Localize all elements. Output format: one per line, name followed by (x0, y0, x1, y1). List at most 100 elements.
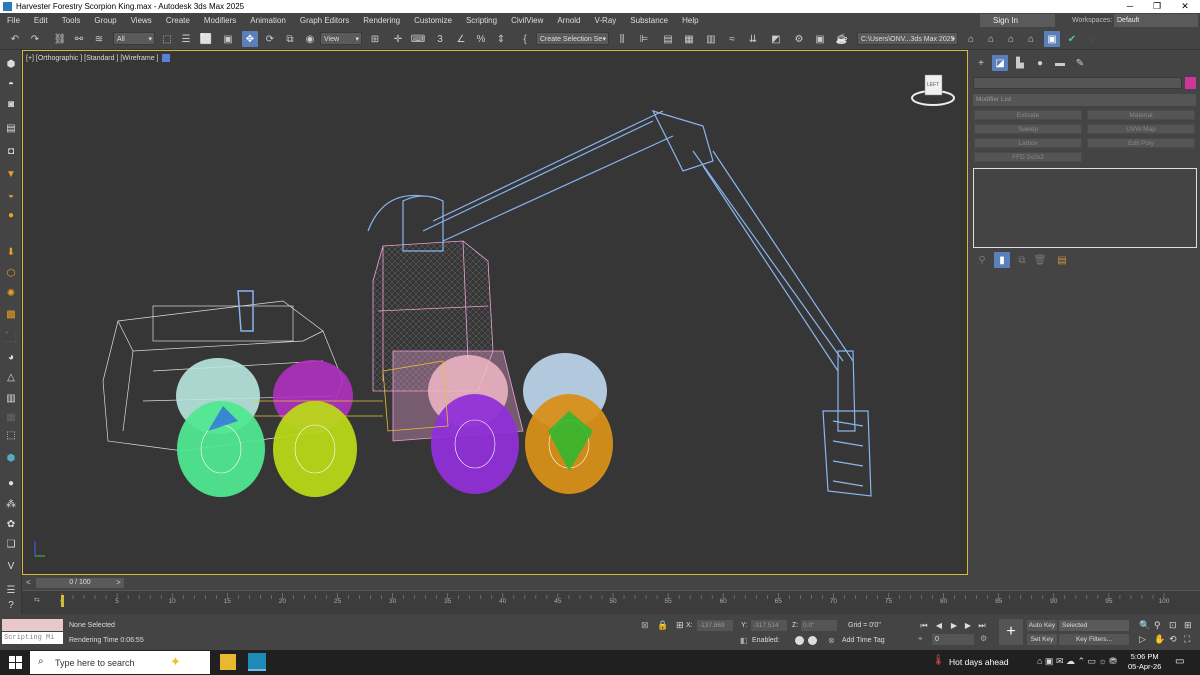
make-unique-icon[interactable]: ⧉ (1014, 252, 1030, 268)
spotlight-icon[interactable]: ⬇ (3, 244, 19, 260)
pan-icon[interactable]: ✋ (1154, 634, 1165, 645)
menu-graph-editors[interactable]: Graph Editors (293, 16, 356, 25)
select-scale-icon[interactable]: ⧉ (282, 31, 298, 47)
helper-icon[interactable]: △ (3, 369, 19, 385)
menu-rendering[interactable]: Rendering (356, 16, 407, 25)
enabled-toggle-icon[interactable] (795, 636, 804, 645)
select-move-icon[interactable]: ✥ (242, 31, 258, 47)
object-color-swatch[interactable] (1185, 77, 1196, 89)
hierarchy-tab-icon[interactable]: ▙ (1012, 55, 1028, 71)
menu-civilview[interactable]: CivilView (504, 16, 550, 25)
zoom-all-icon[interactable]: ⚲ (1154, 620, 1161, 631)
restore-button[interactable]: ❐ (1142, 0, 1172, 13)
particle-icon[interactable]: ⬚ (3, 427, 19, 443)
percent-snap-icon[interactable]: % (473, 31, 489, 47)
time-prev-icon[interactable]: < (26, 578, 31, 587)
menu-substance[interactable]: Substance (623, 16, 675, 25)
project-folder-icon[interactable]: ⌂ (1003, 31, 1019, 47)
material-button[interactable]: Material (1087, 110, 1195, 120)
tray-icons[interactable]: ⌂ ▣ ✉ ☁ ⌃ ▭ ☼ ⛃ (1037, 656, 1117, 667)
perspective-viewport[interactable]: [+] [Orthographic ] [Standard ] [Wirefra… (22, 50, 968, 575)
x-coord-field[interactable]: -137.869 (697, 620, 733, 631)
next-frame-icon[interactable]: ▶ (962, 620, 974, 632)
maxscript-mini-listener[interactable]: Scripting Mi (2, 632, 63, 644)
current-frame-field[interactable]: 0 (932, 634, 974, 645)
menu-arnold[interactable]: Arnold (550, 16, 587, 25)
keyboard-shortcut-icon[interactable]: ⌨ (410, 31, 426, 47)
zoom-icon[interactable]: 🔍 (1139, 620, 1150, 631)
sphere-icon[interactable]: ◕ (3, 349, 19, 365)
tool-icon[interactable]: ▦ (3, 409, 19, 425)
ribbon-toggle-icon[interactable]: ▥ (703, 31, 719, 47)
light-icon[interactable]: ◒ (3, 187, 19, 203)
menu-edit[interactable]: Edit (27, 16, 55, 25)
adaptive-degradation-icon[interactable]: ◧ (740, 636, 748, 645)
menu-modifiers[interactable]: Modifiers (197, 16, 243, 25)
light-icon-2[interactable]: ⬡ (3, 265, 19, 281)
place-icon[interactable]: ◉ (302, 31, 318, 47)
time-next-icon[interactable]: > (116, 578, 121, 587)
utilities-tab-icon[interactable]: ✎ (1072, 55, 1088, 71)
hierarchy-icon[interactable]: ◙ (3, 96, 19, 112)
show-end-result-icon[interactable]: ▮ (994, 252, 1010, 268)
time-tag-icon[interactable]: ⊗ (828, 636, 835, 645)
window-crossing-icon[interactable]: ▣ (220, 31, 236, 47)
plugin-icon[interactable]: ✿ (3, 516, 19, 532)
set-key-button[interactable]: Set Key (1027, 634, 1057, 645)
select-object-icon[interactable]: ⬚ (159, 31, 175, 47)
rendered-frame-icon[interactable]: ▣ (812, 31, 828, 47)
modifier-stack[interactable] (973, 168, 1197, 248)
notifications-icon[interactable]: ▭ (1175, 656, 1184, 667)
menu-views[interactable]: Views (124, 16, 159, 25)
orbit-icon[interactable]: ⟲ (1169, 634, 1177, 645)
menu-create[interactable]: Create (159, 16, 197, 25)
time-slider[interactable] (22, 575, 968, 590)
environment-icon[interactable]: ▩ (3, 306, 19, 322)
key-filters-button[interactable]: Key Filters... (1059, 634, 1129, 645)
menu-customize[interactable]: Customize (407, 16, 459, 25)
trackbar-menu-icon[interactable]: ⇆ (34, 596, 40, 604)
taskbar-clock[interactable]: 5:06 PM 05-Apr-26 (1128, 652, 1161, 672)
lattice-button[interactable]: Lattice (974, 138, 1082, 148)
edit-poly-button[interactable]: Edit Poly (1087, 138, 1195, 148)
spinner-snap-icon[interactable]: ⇕ (493, 31, 509, 47)
create-icon[interactable]: ⬢ (3, 56, 19, 72)
ffd-button[interactable]: FFD 2x2x2 (974, 152, 1082, 162)
enabled-info-icon[interactable] (808, 636, 817, 645)
uvw-map-button[interactable]: UVW Map (1087, 124, 1195, 134)
minimize-button[interactable]: ─ (1115, 0, 1145, 13)
pin-stack-icon[interactable]: ⚲ (974, 252, 990, 268)
systems-icon[interactable]: ▥ (3, 390, 19, 406)
help-search-icon[interactable]: ◌ (1084, 31, 1100, 47)
select-by-name-icon[interactable]: ☰ (178, 31, 194, 47)
link-icon[interactable]: ⛓ (52, 31, 68, 47)
menu-help[interactable]: Help (675, 16, 705, 25)
menu-file[interactable]: File (0, 16, 27, 25)
y-coord-field[interactable]: -317.514 (751, 620, 787, 631)
maximize-viewport-icon[interactable]: ⛶ (1184, 634, 1190, 645)
sweep-button[interactable]: Sweep (974, 124, 1082, 134)
active-tool-icon[interactable]: ⬢ (3, 450, 19, 466)
schematic-view-icon[interactable]: ⇊ (745, 31, 761, 47)
menu-tools[interactable]: Tools (55, 16, 88, 25)
camera-icon[interactable]: ◘ (3, 143, 19, 159)
angle-snap-icon[interactable]: ∠ (453, 31, 469, 47)
select-manipulate-icon[interactable]: ✛ (390, 31, 406, 47)
menu-vray[interactable]: V-Ray (588, 16, 624, 25)
display-tab-icon[interactable]: ▬ (1052, 55, 1068, 71)
project-folder-dropdown[interactable]: C:\Users\ONV...3ds Max 2025 (857, 32, 958, 45)
z-coord-field[interactable]: 0.0" (801, 620, 837, 631)
set-key-big-icon[interactable]: + (999, 619, 1023, 645)
extrude-button[interactable]: Extrude (974, 110, 1082, 120)
help-icon[interactable]: ? (3, 597, 19, 613)
taskbar-search-box[interactable]: ⌕ Type here to search ✦ (30, 651, 210, 674)
named-selection-icon[interactable]: { (517, 31, 533, 47)
weather-text[interactable]: Hot days ahead (949, 657, 1009, 667)
create-tab-icon[interactable]: + (973, 55, 989, 71)
close-button[interactable]: ✕ (1170, 0, 1200, 13)
sky-icon[interactable]: ✺ (3, 285, 19, 301)
menu-group[interactable]: Group (87, 16, 123, 25)
file-explorer-icon[interactable] (220, 654, 236, 670)
render-production-icon[interactable]: ☕ (834, 31, 850, 47)
material-editor-icon[interactable]: ◩ (768, 31, 784, 47)
